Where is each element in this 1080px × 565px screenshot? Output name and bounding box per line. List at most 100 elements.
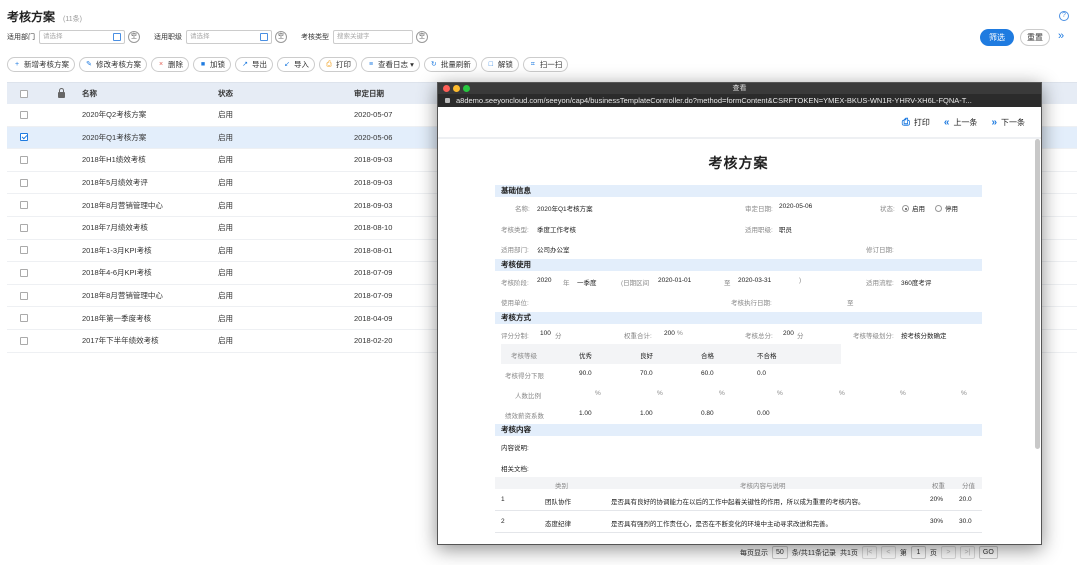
- row-checkbox[interactable]: [20, 178, 28, 187]
- minimize-window-button[interactable]: [453, 85, 460, 92]
- grade-cell: 90.0: [579, 370, 592, 377]
- toolbar-button[interactable]: ⌗ 扫一扫: [522, 57, 569, 72]
- row-checkbox[interactable]: [20, 155, 28, 164]
- column-header-name[interactable]: 名称: [82, 88, 218, 99]
- dept-empty-toggle[interactable]: 空: [128, 31, 140, 43]
- exec-date-to: 至: [847, 300, 854, 307]
- type-filter-input[interactable]: 搜索关键字: [333, 30, 413, 44]
- record-count: (11条): [63, 16, 82, 23]
- row-checkbox[interactable]: [20, 314, 28, 323]
- toolbar-button[interactable]: ⎙ 打印: [319, 57, 357, 72]
- status-enabled-radio[interactable]: 启用: [902, 203, 925, 213]
- toolbar-button[interactable]: ✎ 修改考核方案: [79, 57, 147, 72]
- ratio-unit: %: [900, 390, 906, 397]
- selector-icon[interactable]: [113, 33, 121, 41]
- grade-row-label: 考核得分下限: [505, 373, 544, 380]
- column-header-status[interactable]: 状态: [218, 88, 354, 99]
- prev-record-button[interactable]: « 上一条: [944, 117, 978, 128]
- position-filter-label: 适用职级: [154, 34, 182, 41]
- row-name[interactable]: 2018年8月营销管理中心: [82, 290, 218, 301]
- per-page-input[interactable]: 50: [772, 546, 788, 559]
- row-checkbox-cell[interactable]: [7, 246, 41, 255]
- ratio-unit: %: [839, 390, 845, 397]
- row-checkbox[interactable]: [20, 291, 28, 300]
- row-name[interactable]: 2017年下半年绩效考核: [82, 335, 218, 346]
- select-all-checkbox[interactable]: [20, 89, 28, 98]
- row-checkbox[interactable]: [20, 246, 28, 255]
- print-button[interactable]: ⎙ 打印: [902, 117, 930, 128]
- row-name[interactable]: 2018年8月营销管理中心: [82, 200, 218, 211]
- grade-cell: 1.00: [640, 410, 653, 417]
- position-filter-input[interactable]: 请选择: [186, 30, 272, 44]
- toolbar-button[interactable]: + 新增考核方案: [7, 57, 75, 72]
- row-checkbox-cell[interactable]: [7, 314, 41, 323]
- row-checkbox-cell[interactable]: [7, 268, 41, 277]
- toolbar-button[interactable]: ↗ 导出: [235, 57, 273, 72]
- page-input[interactable]: 1: [910, 546, 926, 559]
- range-end: 2020-03-31: [738, 276, 772, 284]
- row-checkbox[interactable]: [20, 223, 28, 232]
- row-name[interactable]: 2018年5月绩效考评: [82, 177, 218, 188]
- type-empty-toggle[interactable]: 空: [416, 31, 428, 43]
- window-titlebar[interactable]: 查看: [438, 83, 1041, 94]
- row-checkbox-cell[interactable]: [7, 155, 41, 164]
- row-checkbox-cell[interactable]: [7, 291, 41, 300]
- row-status: 启用: [218, 313, 233, 323]
- grade-cell: 0.80: [701, 410, 714, 417]
- filter-button[interactable]: 筛选: [980, 29, 1014, 46]
- row-name[interactable]: 2018年H1绩效考核: [82, 154, 218, 165]
- row-checkbox[interactable]: [20, 201, 28, 210]
- ratio-unit: %: [595, 390, 601, 397]
- go-button[interactable]: GO: [978, 546, 998, 559]
- question-circle-icon[interactable]: ?: [1059, 11, 1069, 21]
- toolbar-button[interactable]: ■ 加锁: [193, 57, 231, 72]
- toolbar-button[interactable]: ↻ 批量刷新: [423, 57, 477, 72]
- toolbar-button[interactable]: ≡ 查看日志 ▾: [361, 57, 420, 72]
- toolbar-icon: ■: [200, 60, 206, 68]
- url-bar[interactable]: a8demo.seeyoncloud.com/seeyon/cap4/busin…: [438, 94, 1041, 107]
- row-name[interactable]: 2018年4-6月KPI考核: [82, 267, 218, 278]
- last-page-button[interactable]: >|: [959, 546, 975, 559]
- score-unit: 分: [555, 332, 562, 340]
- next-record-button[interactable]: » 下一条: [991, 117, 1025, 128]
- toolbar-icon: ≡: [368, 60, 374, 68]
- toolbar-button[interactable]: ↙ 导入: [277, 57, 315, 72]
- row-status: 启用: [218, 132, 233, 142]
- scrollbar[interactable]: [1035, 139, 1040, 449]
- weight-value: 200: [664, 329, 675, 337]
- row-checkbox-cell[interactable]: [7, 133, 41, 142]
- double-chevron-right-icon[interactable]: »: [1058, 30, 1064, 42]
- row-checkbox-cell[interactable]: [7, 223, 41, 232]
- page-suffix: 页: [929, 549, 937, 557]
- reset-button[interactable]: 重置: [1020, 29, 1050, 46]
- row-checkbox[interactable]: [20, 268, 28, 277]
- prev-page-button[interactable]: <: [880, 546, 896, 559]
- row-checkbox-cell[interactable]: [7, 201, 41, 210]
- row-checkbox-cell[interactable]: [7, 178, 41, 187]
- row-name[interactable]: 2020年Q2考核方案: [82, 109, 218, 120]
- selector-icon[interactable]: [260, 33, 268, 41]
- row-name[interactable]: 2020年Q1考核方案: [82, 132, 218, 143]
- position-empty-toggle[interactable]: 空: [275, 31, 287, 43]
- next-page-button[interactable]: >: [940, 546, 956, 559]
- row-checkbox[interactable]: [20, 336, 28, 345]
- first-page-button[interactable]: |<: [861, 546, 877, 559]
- maximize-window-button[interactable]: [463, 85, 470, 92]
- row-name[interactable]: 2018年第一季度考核: [82, 313, 218, 324]
- row-name[interactable]: 2018年1-3月KPI考核: [82, 245, 218, 256]
- close-window-button[interactable]: [443, 85, 450, 92]
- form-row: 适用部门: 公司办公室 修订日期:: [495, 238, 982, 259]
- row-name[interactable]: 2018年7月绩效考核: [82, 222, 218, 233]
- row-checkbox-cell[interactable]: [7, 336, 41, 345]
- form-row: 名称: 2020年Q1考核方案 审定日期: 2020-05-06 状态: 启用 …: [495, 197, 982, 218]
- row-checkbox-cell[interactable]: [7, 110, 41, 119]
- row-checkbox[interactable]: [20, 110, 28, 119]
- toolbar-icon: +: [14, 60, 20, 68]
- row-checkbox[interactable]: [20, 133, 28, 142]
- toolbar-button[interactable]: □ 解锁: [480, 57, 519, 72]
- grade-table: 考核等级 考核得分下限 人数比例 绩效薪资系数 优秀 良好 合格 不合格 90.0 70.0 60.…: [495, 344, 982, 424]
- status-disabled-radio[interactable]: 停用: [935, 203, 958, 213]
- dept-filter-input[interactable]: 请选择: [39, 30, 125, 44]
- toolbar-button-label: 扫一扫: [539, 60, 563, 69]
- toolbar-button[interactable]: × 删除: [151, 57, 189, 72]
